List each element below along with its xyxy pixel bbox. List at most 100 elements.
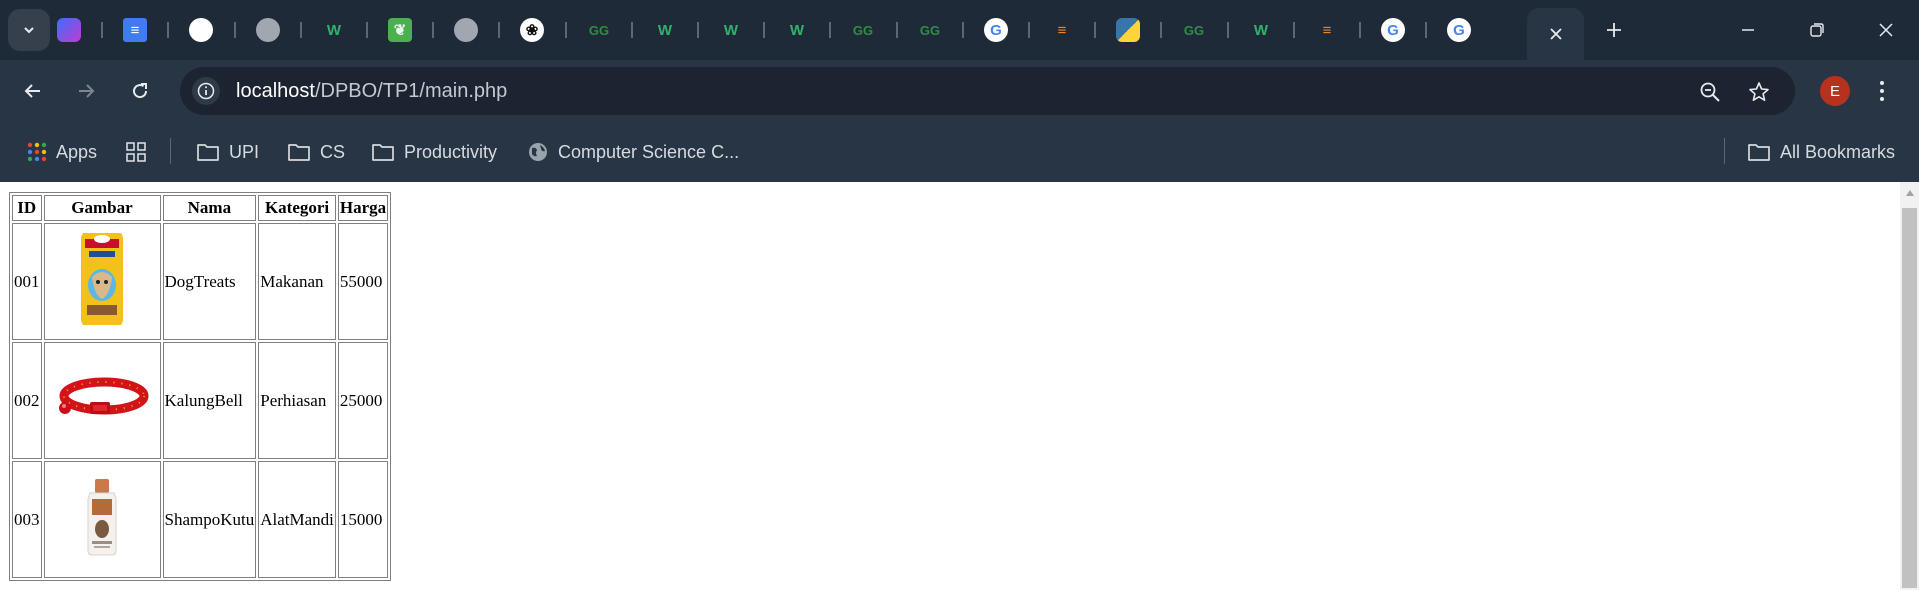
openai-icon[interactable]: ❀ xyxy=(520,18,544,42)
tab-separator xyxy=(1293,22,1295,38)
geeksforgeeks-icon[interactable]: GG xyxy=(1182,18,1206,42)
red-collar-bell-image xyxy=(59,377,149,415)
tab-separator xyxy=(1227,22,1229,38)
new-tab-button[interactable] xyxy=(1598,14,1630,46)
site-info-button[interactable] xyxy=(192,77,220,105)
header-harga: Harga xyxy=(337,195,389,221)
docs-icon[interactable]: ≡ xyxy=(123,18,147,42)
stackoverflow-icon[interactable]: ≡ xyxy=(1050,18,1074,42)
cell-id: 002 xyxy=(12,342,42,459)
geeksforgeeks-icon[interactable]: GG xyxy=(587,18,611,42)
github-icon[interactable] xyxy=(189,18,213,42)
dog-treats-package-image xyxy=(81,233,123,325)
restore-icon xyxy=(1810,23,1824,37)
bookmark-label: CS xyxy=(320,141,346,162)
forward-button[interactable] xyxy=(70,75,102,107)
stackoverflow-icon[interactable]: ≡ xyxy=(1315,18,1339,42)
folder-icon xyxy=(1748,144,1770,161)
tab-separator xyxy=(697,22,699,38)
zoom-out-icon xyxy=(1700,82,1720,102)
active-tab[interactable] xyxy=(1527,8,1584,60)
window-close-button[interactable] xyxy=(1864,10,1908,50)
cell-harga: 15000 xyxy=(337,461,389,578)
cell-id: 001 xyxy=(12,223,42,340)
back-button[interactable] xyxy=(17,75,49,107)
w3schools-icon[interactable]: W xyxy=(719,18,743,42)
tab-separator xyxy=(101,22,103,38)
apps-grid-icon xyxy=(27,142,47,162)
tab-separator xyxy=(1094,22,1096,38)
restore-button[interactable] xyxy=(1795,10,1839,50)
w3schools-icon[interactable]: W xyxy=(653,18,677,42)
browser-toolbar: localhost/DPBO/TP1/main.php E xyxy=(0,60,1919,121)
cell-harga: 55000 xyxy=(337,223,389,340)
header-nama: Nama xyxy=(162,195,257,221)
zoom-button[interactable] xyxy=(1697,79,1723,105)
close-icon[interactable] xyxy=(1549,27,1563,41)
header-gambar: Gambar xyxy=(43,195,161,221)
cell-gambar xyxy=(43,342,161,459)
cell-nama: KalungBell xyxy=(162,342,257,459)
bookmarks-divider xyxy=(1724,138,1725,164)
url-host: localhost xyxy=(236,80,315,102)
tab-strip: ≡ W ❦ ❀ GG W W W GG GG G ≡ GG W ≡ G G xyxy=(0,0,1919,60)
minimize-icon xyxy=(1742,29,1754,31)
tab-separator xyxy=(1028,22,1030,38)
tab-separator xyxy=(565,22,567,38)
geeksforgeeks-icon[interactable]: GG xyxy=(851,18,875,42)
bookmark-label: All Bookmarks xyxy=(1780,141,1896,162)
tab-separator xyxy=(300,22,302,38)
reload-button[interactable] xyxy=(124,75,156,107)
bookmark-apps[interactable]: Apps xyxy=(27,138,97,166)
reload-icon xyxy=(133,83,148,99)
google-icon[interactable]: G xyxy=(1447,18,1471,42)
google-icon[interactable]: G xyxy=(984,18,1008,42)
minimize-button[interactable] xyxy=(1726,10,1770,50)
globe-icon[interactable] xyxy=(256,18,280,42)
tab-separator xyxy=(962,22,964,38)
tab-separator xyxy=(763,22,765,38)
tab-groups-button[interactable] xyxy=(125,138,147,166)
w3schools-icon[interactable]: W xyxy=(1249,18,1273,42)
geeksforgeeks-icon[interactable]: GG xyxy=(918,18,942,42)
url-text[interactable]: localhost/DPBO/TP1/main.php xyxy=(236,80,507,103)
arrow-left-icon xyxy=(24,84,40,98)
menu-button[interactable] xyxy=(1870,75,1894,107)
tab-separator xyxy=(631,22,633,38)
google-icon[interactable]: G xyxy=(1381,18,1405,42)
tab-separator xyxy=(432,22,434,38)
bookmark-star-button[interactable] xyxy=(1746,79,1772,105)
address-bar[interactable]: localhost/DPBO/TP1/main.php xyxy=(180,67,1795,115)
plus-icon xyxy=(1607,23,1621,37)
triangle-up-icon xyxy=(1905,190,1914,196)
table-row: 001 DogTreats Makanan 55000 xyxy=(12,223,389,340)
vertical-scrollbar[interactable] xyxy=(1900,182,1919,590)
bookmarks-bar: Apps UPI CS Productivity Computer Scienc… xyxy=(0,121,1919,182)
bookmark-folder-productivity[interactable]: Productivity xyxy=(371,138,497,166)
cell-kategori: Perhiasan xyxy=(258,342,336,459)
tab-separator xyxy=(1160,22,1162,38)
header-kategori: Kategori xyxy=(258,195,336,221)
leaf-icon[interactable]: ❦ xyxy=(388,18,412,42)
copilot-icon[interactable] xyxy=(57,18,81,42)
tab-groups-icon xyxy=(126,142,146,162)
globe-icon xyxy=(529,143,547,161)
scroll-thumb[interactable] xyxy=(1902,208,1917,588)
bookmark-label: Apps xyxy=(56,141,98,162)
bookmark-computer-science[interactable]: Computer Science C... xyxy=(527,138,739,166)
tab-separator xyxy=(366,22,368,38)
all-bookmarks-button[interactable]: All Bookmarks xyxy=(1747,138,1895,166)
w3schools-icon[interactable]: W xyxy=(785,18,809,42)
profile-avatar[interactable]: E xyxy=(1820,76,1850,106)
tab-separator xyxy=(234,22,236,38)
w3schools-icon[interactable]: W xyxy=(322,18,346,42)
url-path: /DPBO/TP1/main.php xyxy=(314,80,508,102)
globe-icon[interactable] xyxy=(454,18,478,42)
bookmark-folder-cs[interactable]: CS xyxy=(287,138,345,166)
tab-separator xyxy=(1425,22,1427,38)
bookmark-folder-upi[interactable]: UPI xyxy=(196,138,259,166)
folder-icon xyxy=(288,144,310,161)
scroll-up-button[interactable] xyxy=(1900,186,1919,200)
info-icon xyxy=(197,82,215,100)
python-icon[interactable] xyxy=(1116,18,1140,42)
